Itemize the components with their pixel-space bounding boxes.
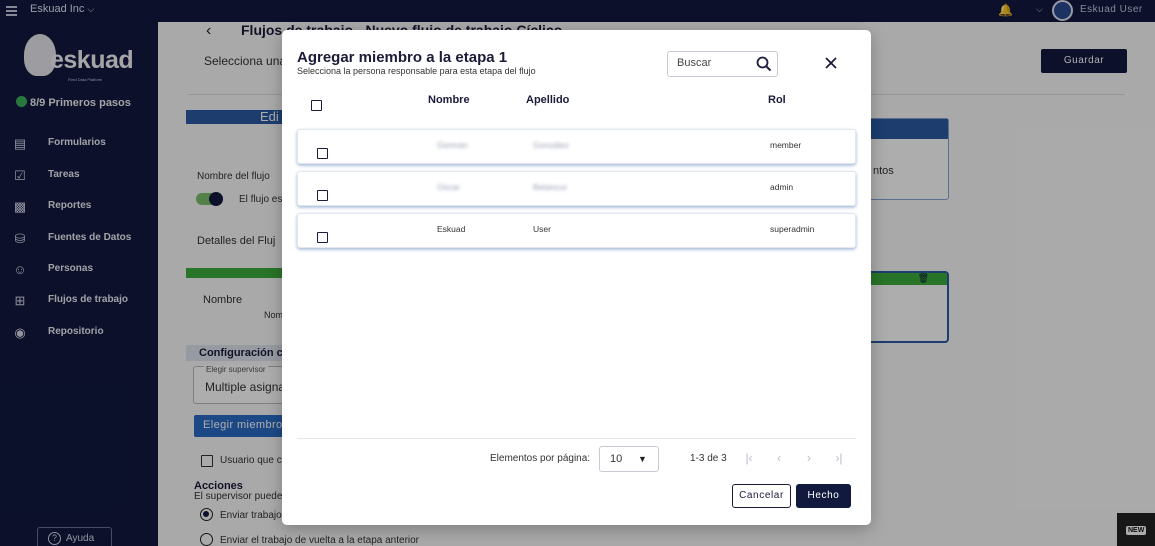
cancel-button[interactable]: Cancelar: [732, 484, 791, 508]
pagination-range: 1-3 de 3: [690, 453, 727, 464]
next-page-icon[interactable]: ›: [802, 451, 816, 465]
column-header-lastname[interactable]: Apellido: [526, 94, 569, 106]
row-lastname: Betancur: [533, 182, 568, 192]
table-row[interactable]: Oscar Betancur admin: [297, 171, 856, 206]
search-box[interactable]: [667, 51, 778, 77]
row-role: member: [770, 140, 802, 150]
search-input[interactable]: [677, 57, 757, 69]
dialog-subtitle: Selecciona la persona responsable para e…: [297, 66, 536, 76]
close-icon[interactable]: [823, 55, 839, 71]
row-name: Germán: [437, 140, 468, 150]
row-name: Oscar: [437, 182, 460, 192]
table-row[interactable]: Eskuad User superadmin: [297, 213, 856, 248]
table-row[interactable]: Germán González member: [297, 129, 856, 164]
row-role: admin: [770, 182, 794, 192]
column-header-name[interactable]: Nombre: [428, 94, 470, 106]
items-per-page-select[interactable]: 10 ▼: [599, 446, 659, 472]
select-all-checkbox[interactable]: [311, 100, 322, 111]
row-checkbox[interactable]: [317, 148, 328, 159]
row-name: Eskuad: [437, 224, 466, 234]
row-lastname: González: [533, 140, 569, 150]
add-member-dialog: Agregar miembro a la etapa 1 Selecciona …: [282, 30, 871, 525]
first-page-icon[interactable]: |‹: [742, 451, 756, 465]
row-role: superadmin: [770, 224, 815, 234]
caret-down-icon: ▼: [638, 454, 647, 464]
table-header: Nombre Apellido Rol: [297, 90, 856, 120]
last-page-icon[interactable]: ›|: [832, 451, 846, 465]
done-button[interactable]: Hecho: [796, 484, 851, 508]
items-per-page-label: Elementos por página:: [490, 453, 591, 464]
column-header-role[interactable]: Rol: [768, 94, 786, 106]
dialog-title: Agregar miembro a la etapa 1: [297, 49, 508, 66]
row-checkbox[interactable]: [317, 232, 328, 243]
prev-page-icon[interactable]: ‹: [772, 451, 786, 465]
divider: [297, 438, 856, 439]
row-lastname: User: [533, 224, 551, 234]
search-icon[interactable]: [756, 56, 772, 72]
items-per-page-value: 10: [610, 453, 623, 465]
row-checkbox[interactable]: [317, 190, 328, 201]
